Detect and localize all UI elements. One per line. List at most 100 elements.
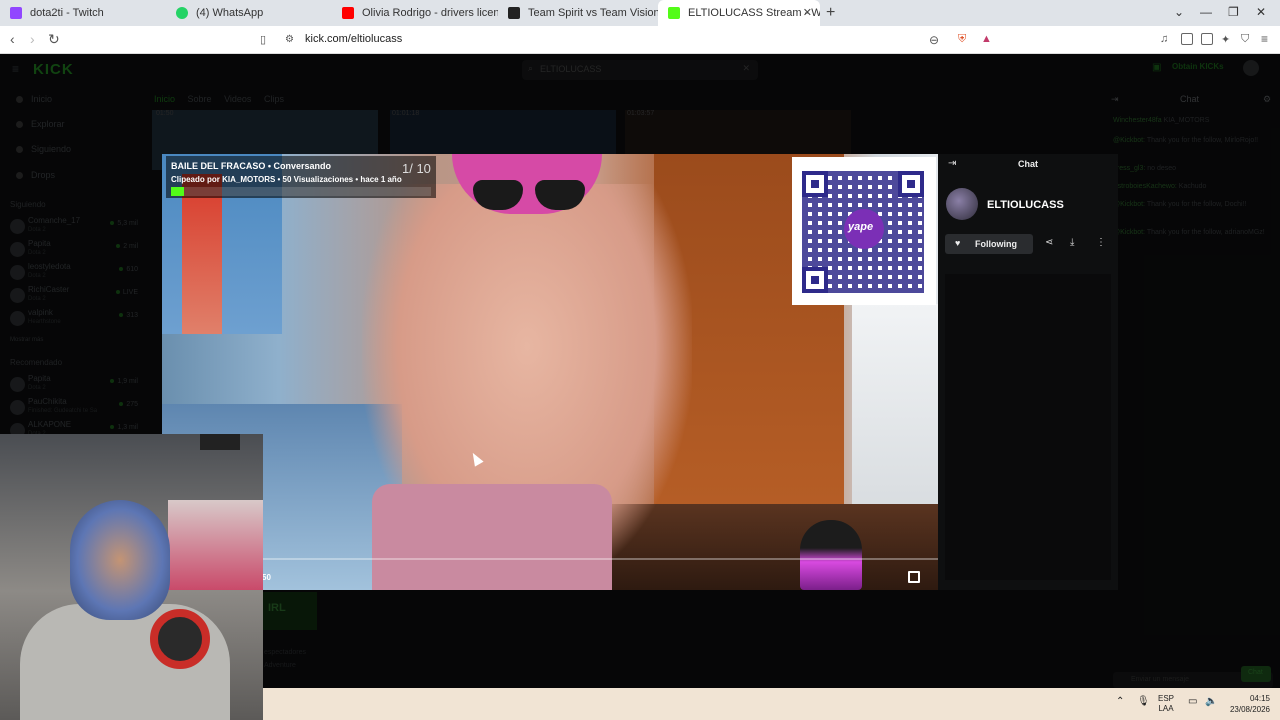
obtain-kicks-button[interactable]: Obtain KICKs [1172, 62, 1224, 71]
sidebar-item-siguiendo[interactable]: Siguiendo [16, 144, 71, 154]
microphone-icon[interactable]: 🎙 [1137, 696, 1150, 707]
language-indicator[interactable]: ESP LAA [1158, 694, 1174, 714]
viewer-count: 313 [119, 312, 138, 319]
chat-user[interactable]: @Kickbot: [1113, 137, 1145, 144]
show-more-link[interactable]: Mostrar más [10, 337, 43, 343]
tab-search-button[interactable]: ⌄ [1174, 5, 1184, 19]
close-tab-icon[interactable]: ✕ [803, 6, 812, 19]
sidebar-icon[interactable] [1181, 33, 1193, 45]
vpn-icon[interactable]: ⛉ [1241, 33, 1249, 46]
close-modal-icon[interactable]: ✕ [919, 155, 931, 172]
browser-tab-twitch[interactable]: dota2ti - Twitch [0, 0, 166, 26]
home-icon [16, 95, 23, 103]
wallet-icon[interactable] [1201, 33, 1213, 45]
tab-sobre[interactable]: Sobre [188, 94, 212, 104]
user-avatar[interactable] [1243, 60, 1259, 76]
browser-tab-youtube[interactable]: Olivia Rodrigo - drivers license (Offic [332, 0, 498, 26]
video-seek-bar[interactable] [262, 558, 938, 560]
recommended-channel[interactable]: Papita Dota 2 1,9 mil [10, 374, 138, 396]
chat-text: Thank you for the follow, Dochi!! [1146, 201, 1247, 208]
menu-icon[interactable]: ≡ [1261, 32, 1268, 46]
avatar [10, 377, 25, 392]
sidebar-item-explorar[interactable]: Explorar [16, 119, 65, 129]
media-icon[interactable]: ♫ [1160, 33, 1168, 45]
close-window-button[interactable]: ✕ [1256, 5, 1266, 19]
more-options-icon[interactable]: ⋮ [1096, 237, 1106, 248]
minimize-button[interactable]: — [1200, 5, 1212, 19]
leo-icon[interactable]: ✦ [1221, 33, 1230, 46]
tag-label[interactable]: Adventure [264, 659, 306, 672]
search-icon: ⌕ [528, 63, 534, 73]
speaker-object [800, 520, 862, 590]
chat-message: AstroboiesKachewo: Kachudo [1113, 182, 1273, 192]
following-channel[interactable]: leostyledota Dota 2 610 [10, 262, 138, 284]
bookmark-icon[interactable]: ▯ [260, 33, 266, 46]
following-channel[interactable]: valpink Hearthstone 313 [10, 308, 138, 330]
channel-game: Hearthstone [28, 319, 61, 325]
browser-tab-whatsapp[interactable]: (4) WhatsApp [166, 0, 332, 26]
reload-icon[interactable]: ↻ [48, 31, 60, 48]
tray-expand-icon[interactable]: ⌃ [1116, 696, 1124, 707]
rewards-icon[interactable]: ▲ [981, 33, 992, 45]
chat-send-button[interactable]: Chat [1241, 666, 1271, 682]
fullscreen-icon[interactable] [908, 571, 920, 583]
following-channel[interactable]: Papita Dota 2 2 mil [10, 239, 138, 261]
kick-logo[interactable]: KICK [33, 61, 74, 78]
chat-user[interactable]: AstroboiesKachewo: [1113, 183, 1177, 190]
following-button[interactable]: ♥ Following [945, 234, 1033, 254]
layout-code: LAA [1158, 704, 1174, 713]
sidebar-item-inicio[interactable]: Inicio [16, 94, 52, 104]
chat-user[interactable]: Winchester48fa [1113, 117, 1162, 124]
search-input[interactable]: ⌕ ELTIOLUCASS ✕ [522, 60, 758, 80]
address-bar[interactable]: kick.com/eltiolucass [305, 33, 402, 45]
zoom-icon[interactable]: ⊖ [929, 33, 939, 47]
clip-progress [171, 187, 431, 196]
sunglasses-lens [473, 180, 523, 210]
tab-videos[interactable]: Videos [224, 94, 251, 104]
system-clock[interactable]: 04:15 23/08/2026 [1228, 693, 1270, 715]
collapse-chat-icon[interactable]: ⇥ [1111, 94, 1119, 105]
kick-topbar: ≡ KICK ⌕ ELTIOLUCASS ✕ ▣ Obtain KICKs [0, 54, 1280, 86]
forward-icon[interactable]: › [30, 31, 35, 47]
clip-progress-fill [171, 187, 184, 196]
back-icon[interactable]: ‹ [10, 31, 15, 47]
sidebar-item-drops[interactable]: Drops [16, 170, 55, 180]
sunglasses-lens [535, 180, 585, 210]
browser-tab-match[interactable]: Team Spirit vs Team Vision - 23/08/2 [498, 0, 658, 26]
volume-icon[interactable]: 🔈 [1205, 696, 1217, 707]
clear-search-icon[interactable]: ✕ [742, 63, 750, 74]
gift-icon[interactable]: ▣ [1152, 62, 1161, 73]
new-tab-button[interactable]: + [826, 4, 835, 22]
recommended-channel[interactable]: PauChikita Finished: Gudeatchi te Sa 275 [10, 397, 138, 419]
browser-tab-kick[interactable]: ELTIOLUCASS Stream - Watch Li ✕ [658, 0, 820, 26]
download-icon[interactable]: ⤓ [1070, 237, 1074, 248]
drops-icon [16, 171, 23, 179]
share-icon[interactable]: ⋖ [1045, 237, 1053, 248]
tab-inicio[interactable]: Inicio [154, 94, 175, 104]
site-info-icon[interactable]: ⚙ [285, 34, 294, 45]
avatar [10, 242, 25, 257]
qr-code: yape [792, 157, 936, 305]
chat-message: @Kickbot: Thank you for the follow, adri… [1113, 228, 1273, 238]
follow-label: Following [975, 239, 1017, 249]
following-channel[interactable]: RichiCaster Dota 2 LIVE [10, 285, 138, 307]
channel-name: valpink [28, 308, 53, 317]
network-icon[interactable]: ▭ [1188, 696, 1197, 707]
page-chat: ⇥ Chat ⚙ Winchester48fa KIA_MOTORS @Kick… [1105, 88, 1280, 711]
hamburger-icon[interactable]: ≡ [12, 62, 19, 76]
chat-settings-icon[interactable]: ⚙ [1263, 94, 1271, 105]
chat-message: @Kickbot: Thank you for the follow, Doch… [1113, 200, 1273, 210]
channel-name: leostyledota [28, 262, 71, 271]
tab-clips[interactable]: Clips [264, 94, 284, 104]
chat-text: Thank you for the follow, adrianoMGz! [1146, 229, 1265, 236]
following-channel[interactable]: Comanche_17 Dota 2 5,3 mil [10, 216, 138, 238]
channel-name[interactable]: ELTIOLUCASS [987, 199, 1064, 211]
webcam-overlay [0, 434, 263, 720]
video-background [182, 174, 222, 334]
brave-shield-icon[interactable]: ⛨ [958, 33, 966, 46]
collapse-panel-icon[interactable]: ⇥ [948, 158, 956, 169]
tab-title: ELTIOLUCASS Stream - Watch Li [688, 7, 820, 19]
channel-avatar[interactable] [946, 188, 978, 220]
category-card[interactable]: IRL [262, 592, 317, 630]
maximize-button[interactable]: ❐ [1228, 5, 1239, 19]
